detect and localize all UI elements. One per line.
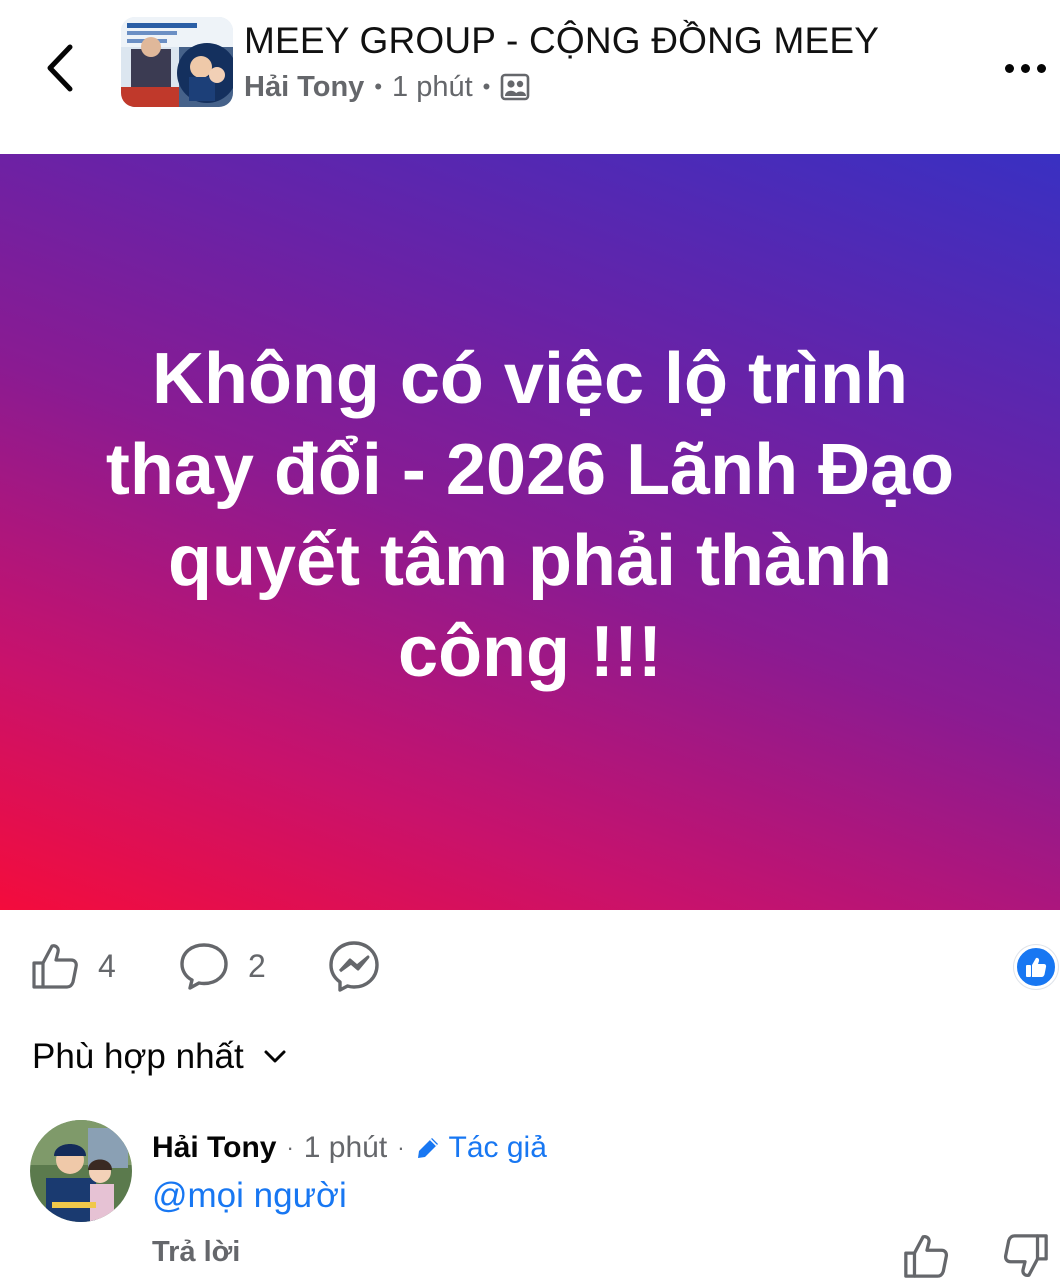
author-badge-label: Tác giả (448, 1131, 547, 1164)
comment-count: 2 (248, 947, 266, 984)
comment-item: Hải Tony · 1 phút · Tác giả @mọi người T… (30, 1120, 1060, 1280)
messenger-share-button[interactable] (328, 930, 380, 1002)
commenter-name[interactable]: Hải Tony (152, 1131, 276, 1165)
more-dot-icon (1004, 63, 1014, 73)
comment-dislike-button[interactable] (1002, 1232, 1050, 1280)
thumbs-up-icon (904, 1234, 949, 1278)
comment-time: 1 phút (303, 1131, 388, 1164)
comment-header: Hải Tony · 1 phút · Tác giả (152, 1126, 547, 1170)
post-text: Không có việc lộ trình thay đổi - 2026 L… (105, 339, 955, 692)
group-name[interactable]: MEEY GROUP - CỘNG ĐỒNG MEEY (244, 20, 879, 62)
like-reaction-badge[interactable] (1014, 945, 1058, 989)
author-badge: Tác giả (415, 1131, 547, 1165)
thumbs-up-filled-icon (1026, 957, 1047, 977)
post-time[interactable]: 1 phút (392, 71, 473, 104)
more-dot-icon (1036, 63, 1046, 73)
group-members-icon (501, 73, 530, 101)
separator-dot: · (397, 1135, 405, 1160)
reply-button[interactable]: Trả lời (152, 1236, 240, 1269)
comment-icon (180, 943, 228, 990)
thumbs-down-icon (1003, 1234, 1048, 1278)
like-button[interactable]: 4 (30, 930, 116, 1002)
more-options-button[interactable] (996, 46, 1054, 90)
reaction-bar: 4 2 (0, 930, 1060, 1002)
comment-sort-dropdown[interactable]: Phù hợp nhất (32, 1032, 288, 1082)
back-button[interactable] (30, 38, 90, 98)
post-meta: Hải Tony • 1 phút • (244, 67, 530, 107)
like-count: 4 (98, 947, 116, 984)
post-header: MEEY GROUP - CỘNG ĐỒNG MEEY Hải Tony • 1… (0, 0, 1060, 154)
sort-label: Phù hợp nhất (32, 1037, 244, 1076)
more-dot-icon (1020, 63, 1030, 73)
chevron-down-icon (264, 1050, 286, 1063)
pencil-icon (417, 1138, 438, 1158)
comment-button[interactable]: 2 (178, 930, 266, 1002)
separator-dot: · (286, 1135, 294, 1160)
separator-dot: • (482, 74, 491, 99)
separator-dot: • (374, 74, 383, 99)
messenger-icon (329, 941, 379, 992)
post-background[interactable]: Không có việc lộ trình thay đổi - 2026 L… (0, 154, 1060, 910)
group-avatar[interactable] (121, 17, 233, 107)
chevron-left-icon (47, 44, 73, 92)
comment-mention[interactable]: @mọi người (152, 1176, 347, 1216)
commenter-avatar[interactable] (30, 1120, 132, 1222)
comment-like-button[interactable] (902, 1232, 950, 1280)
author-name[interactable]: Hải Tony (244, 71, 364, 104)
thumbs-up-icon (32, 944, 78, 989)
